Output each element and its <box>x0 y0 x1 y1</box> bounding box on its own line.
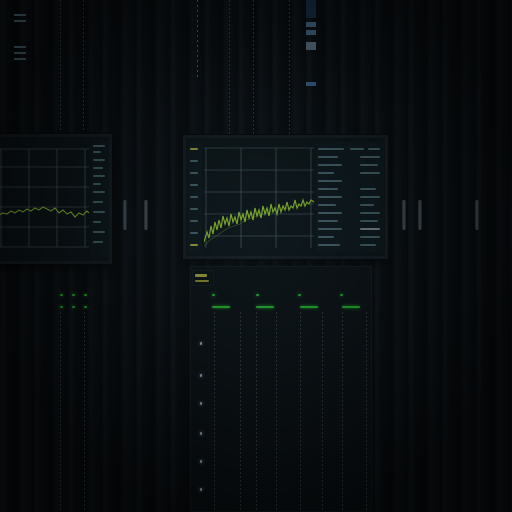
rack-door-handle-3[interactable] <box>402 200 406 230</box>
rack-door-handle-4[interactable] <box>418 200 422 230</box>
rack-door-handle-1[interactable] <box>123 200 127 230</box>
cable-line-1 <box>60 312 61 512</box>
left-grid <box>0 148 89 248</box>
left-control-panel <box>91 141 109 257</box>
left-waveform-line <box>0 206 90 218</box>
cable-line-4 <box>240 312 241 512</box>
rack-door-handle-5[interactable] <box>475 200 479 230</box>
center-waveform-chart <box>204 147 315 248</box>
center-left-panel <box>188 142 202 252</box>
cable-line-2 <box>84 312 85 512</box>
cable-line-3 <box>214 312 215 512</box>
center-right-panel <box>316 142 384 252</box>
center-monitor <box>183 135 388 259</box>
lower-rack-unit-center <box>190 266 372 512</box>
rack-top-indicator-center <box>306 0 318 100</box>
cable-line-10 <box>366 312 367 512</box>
rack-top-dotline-f <box>83 0 84 130</box>
rack-top-dotline-a <box>197 0 198 80</box>
cable-line-5 <box>256 312 257 512</box>
cable-line-6 <box>276 312 277 512</box>
rack-top-dotline-e <box>60 0 61 130</box>
rack-top-indicator-left <box>14 12 32 60</box>
left-monitor-screen <box>0 137 109 261</box>
rack-top-dotline-c <box>253 0 254 135</box>
rack-door-handle-2[interactable] <box>144 200 148 230</box>
rack-top-dotline-b <box>229 0 230 135</box>
center-monitor-screen <box>186 138 385 256</box>
cable-line-7 <box>300 312 301 512</box>
cable-line-9 <box>342 312 343 512</box>
status-strip <box>192 270 214 286</box>
rack-top-dotline-d <box>289 0 290 135</box>
cable-line-8 <box>322 312 323 512</box>
left-waveform-chart <box>0 148 90 248</box>
left-monitor <box>0 134 112 264</box>
